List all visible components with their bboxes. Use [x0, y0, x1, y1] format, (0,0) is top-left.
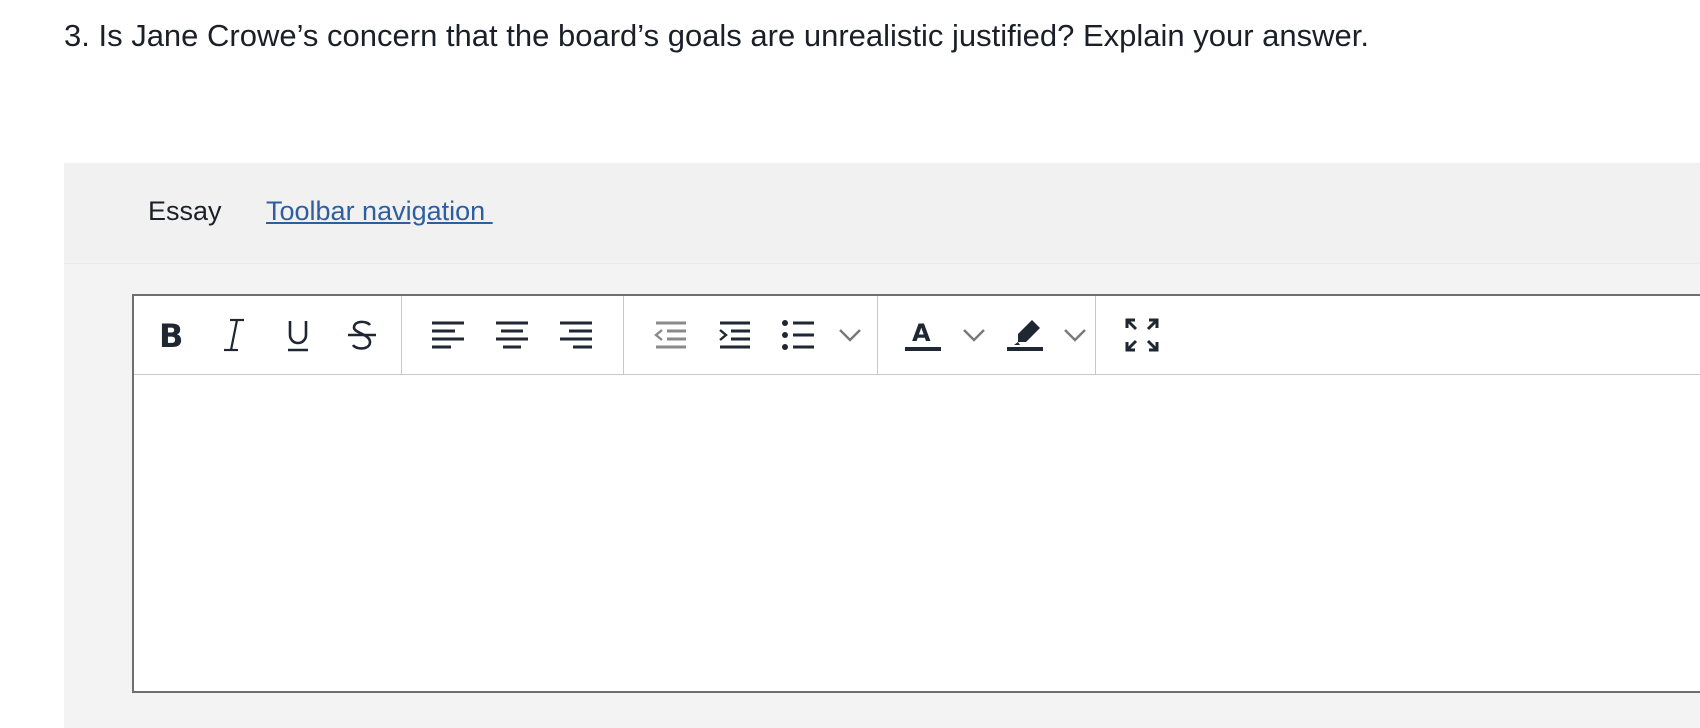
fullscreen-button[interactable]: [1110, 305, 1174, 365]
bold-icon: B: [159, 319, 183, 351]
question-text: 3. Is Jane Crowe’s concern that the boar…: [64, 18, 1370, 53]
bullet-list-icon: [782, 320, 814, 350]
strikethrough-icon: [348, 320, 376, 350]
format-group: B: [134, 296, 402, 374]
color-group: A: [878, 296, 1096, 374]
align-right-button[interactable]: [544, 305, 608, 365]
outdent-button[interactable]: [638, 305, 702, 365]
highlight-dropdown[interactable]: [1056, 305, 1095, 365]
list-group: [624, 296, 878, 374]
bullet-list-dropdown[interactable]: [830, 305, 870, 365]
align-left-button[interactable]: [416, 305, 480, 365]
svg-text:B: B: [159, 319, 183, 351]
essay-panel-header: Essay Toolbar navigation: [64, 163, 1700, 264]
text-color-button[interactable]: A: [892, 305, 954, 365]
bold-button[interactable]: B: [138, 305, 202, 365]
align-center-button[interactable]: [480, 305, 544, 365]
underline-icon: [288, 321, 308, 352]
chevron-down-icon: [963, 329, 985, 342]
bullet-list-button[interactable]: [766, 305, 830, 365]
essay-label: Essay: [148, 196, 222, 226]
highlight-button[interactable]: [994, 305, 1056, 365]
view-group: [1096, 296, 1216, 374]
editor-toolbar: B A: [134, 296, 1700, 375]
outdent-icon: [654, 321, 686, 349]
chevron-down-icon: [839, 329, 861, 342]
text-color-icon: A: [905, 319, 942, 351]
underline-button[interactable]: [266, 305, 330, 365]
italic-icon: [224, 318, 244, 352]
align-left-icon: [432, 321, 464, 349]
align-center-icon: [496, 321, 528, 349]
strikethrough-button[interactable]: [330, 305, 394, 365]
fullscreen-icon: [1125, 318, 1159, 352]
chevron-down-icon: [1064, 329, 1087, 342]
rich-text-editor: B A: [132, 294, 1700, 693]
highlight-icon: [1006, 320, 1043, 351]
indent-button[interactable]: [702, 305, 766, 365]
align-group: [402, 296, 624, 374]
page: 3. Is Jane Crowe’s concern that the boar…: [0, 0, 1700, 728]
align-right-icon: [560, 321, 592, 349]
essay-textarea[interactable]: [134, 376, 1700, 691]
toolbar-navigation-link[interactable]: Toolbar navigation: [266, 196, 493, 227]
svg-text:A: A: [912, 319, 931, 347]
indent-icon: [719, 321, 750, 349]
italic-button[interactable]: [202, 305, 266, 365]
text-color-dropdown[interactable]: [954, 305, 993, 365]
